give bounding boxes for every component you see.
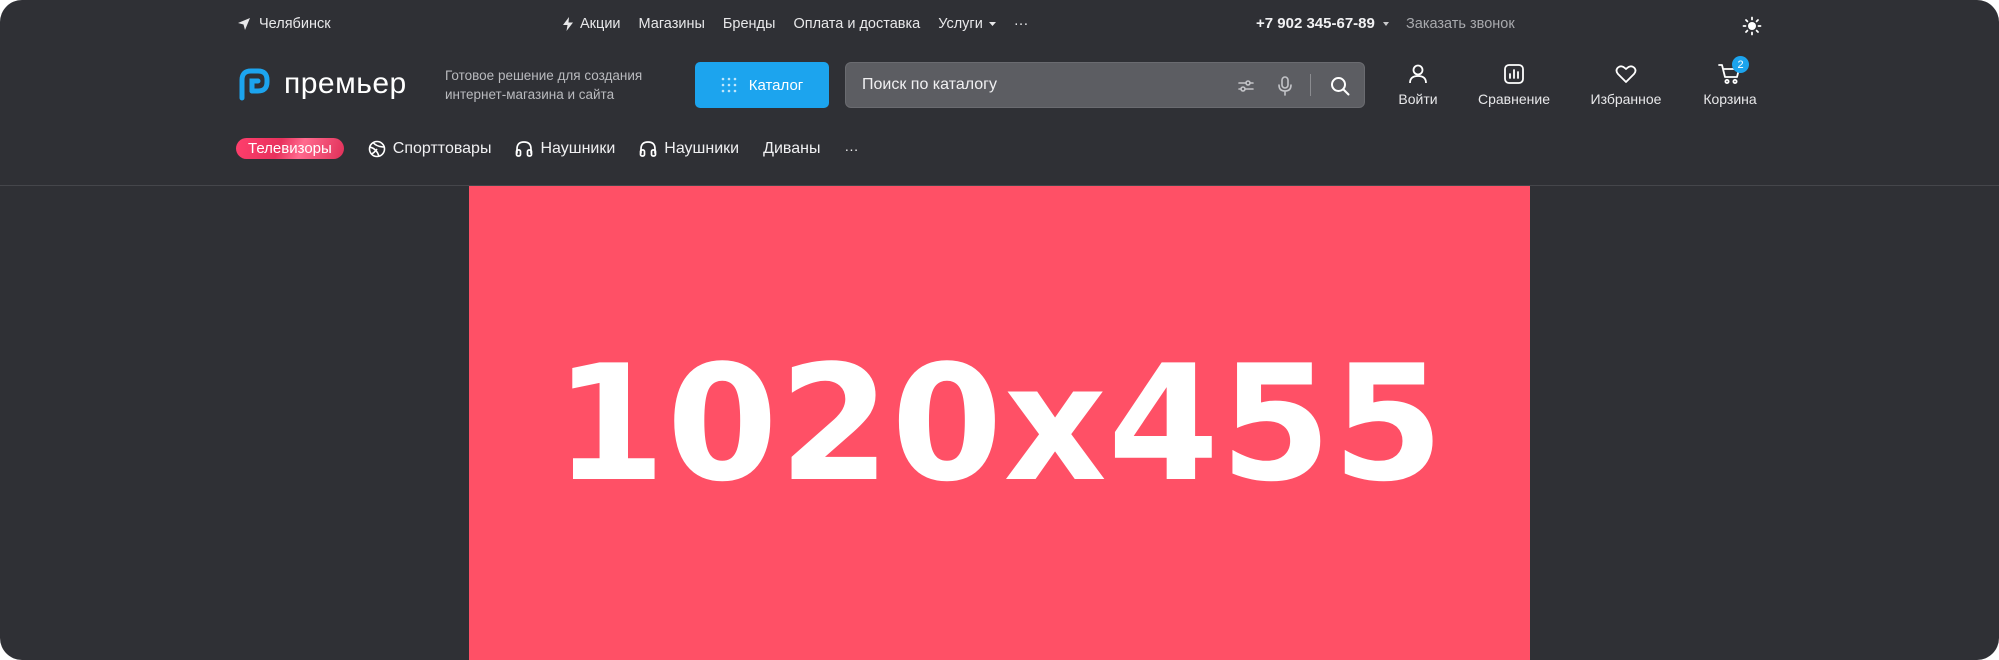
theme-toggle-button[interactable] xyxy=(1742,14,1766,38)
callback-link[interactable]: Заказать звонок xyxy=(1406,16,1515,32)
location-arrow-icon xyxy=(237,17,251,31)
nav-item-stores[interactable]: Магазины xyxy=(639,16,705,32)
search-icon[interactable] xyxy=(1329,75,1351,97)
city-selector[interactable]: Челябинск xyxy=(237,16,331,32)
category-label: Телевизоры xyxy=(236,138,344,159)
login-button[interactable]: Войти xyxy=(1368,62,1468,107)
filter-sliders-icon[interactable] xyxy=(1235,75,1257,97)
promo-banner[interactable]: 1020x455 xyxy=(469,186,1530,660)
nav-item-label: Бренды xyxy=(722,16,776,32)
compare-label: Сравнение xyxy=(1478,91,1550,107)
microphone-icon[interactable] xyxy=(1274,75,1296,97)
category-sofas[interactable]: Диваны xyxy=(763,140,820,158)
headphones-icon xyxy=(515,140,533,158)
banner-placeholder-text: 1020x455 xyxy=(554,329,1445,517)
catalog-button-label: Каталог xyxy=(748,76,804,94)
city-label: Челябинск xyxy=(259,16,331,32)
cart-button[interactable]: 2 Корзина xyxy=(1680,56,1780,107)
site-tagline: Готовое решение для создания интернет-ма… xyxy=(445,68,643,102)
category-headphones[interactable]: Наушники xyxy=(515,140,615,158)
nav-item-brands[interactable]: Бренды xyxy=(723,16,776,32)
compare-button[interactable]: Сравнение xyxy=(1464,62,1564,107)
logo-wordmark: премьер xyxy=(284,67,407,100)
category-label: Наушники xyxy=(540,139,616,157)
grid-dots-icon xyxy=(721,77,737,93)
search-input[interactable] xyxy=(862,63,1212,107)
cart-label: Корзина xyxy=(1703,91,1757,107)
caret-down-icon xyxy=(988,21,996,27)
phone-number: +7 902 345-67-89 xyxy=(1256,15,1375,32)
headphones-icon xyxy=(639,140,657,158)
logo[interactable]: премьер xyxy=(236,66,407,102)
cart-icon: 2 xyxy=(1717,56,1749,86)
search-divider xyxy=(1310,74,1311,96)
favorites-label: Избранное xyxy=(1590,91,1662,107)
category-label: Наушники xyxy=(664,139,740,157)
more-icon: ··· xyxy=(844,140,859,157)
page-frame: Челябинск Акции Магазины Бренды Оплата и… xyxy=(0,0,1999,660)
search-bar xyxy=(845,62,1365,108)
catalog-button[interactable]: Каталог xyxy=(695,62,829,108)
ball-icon xyxy=(368,140,386,158)
more-menu-button[interactable]: ··· xyxy=(1014,16,1029,32)
category-tvs[interactable]: Телевизоры xyxy=(236,138,344,159)
category-sports[interactable]: Спорттовары xyxy=(368,139,492,158)
nav-item-payment-delivery[interactable]: Оплата и доставка xyxy=(793,16,920,32)
lightning-icon xyxy=(562,17,574,31)
cart-count-badge: 2 xyxy=(1732,56,1749,73)
nav-item-label: Акции xyxy=(580,16,621,32)
user-icon xyxy=(1405,62,1431,86)
category-navigation: Телевизоры Спорттовары Наушники Наушники… xyxy=(236,138,858,159)
nav-item-label: Оплата и доставка xyxy=(793,16,921,32)
more-icon: ··· xyxy=(1013,16,1029,32)
category-headphones-2[interactable]: Наушники xyxy=(639,140,739,158)
nav-item-label: Услуги xyxy=(938,16,983,32)
nav-item-label: Магазины xyxy=(638,16,705,32)
top-navigation: Акции Магазины Бренды Оплата и доставка … xyxy=(562,16,1028,32)
category-label: Спорттовары xyxy=(392,139,492,157)
category-more-button[interactable]: ··· xyxy=(844,141,858,157)
heart-icon xyxy=(1613,62,1639,86)
nav-item-promotions[interactable]: Акции xyxy=(562,16,621,32)
category-label: Диваны xyxy=(763,139,821,157)
nav-item-services[interactable]: Услуги xyxy=(938,16,996,32)
callback-label: Заказать звонок xyxy=(1406,16,1515,32)
sun-icon xyxy=(1742,16,1762,36)
favorites-button[interactable]: Избранное xyxy=(1576,62,1676,107)
caret-down-icon xyxy=(1382,21,1389,26)
phone-block[interactable]: +7 902 345-67-89 xyxy=(1256,15,1389,32)
login-label: Войти xyxy=(1398,91,1438,107)
logo-mark-icon xyxy=(236,66,272,102)
chart-bars-icon xyxy=(1501,62,1527,86)
